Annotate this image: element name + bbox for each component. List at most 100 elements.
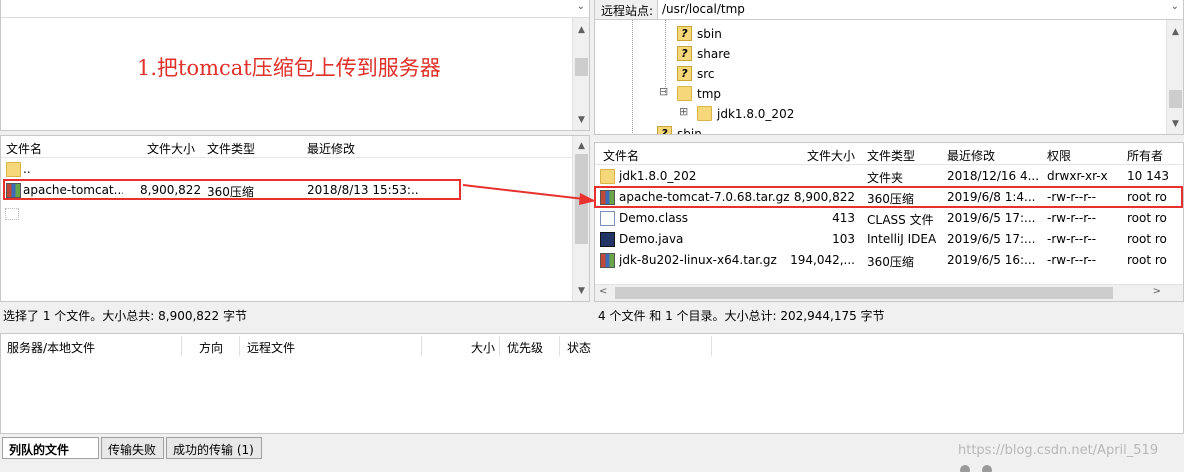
tree-node-label: jdk1.8.0_202	[717, 107, 795, 121]
scroll-down-icon[interactable]: ▼	[1167, 116, 1183, 132]
unknown-folder-icon: ?	[677, 26, 692, 41]
chevron-down-icon[interactable]: ⌄	[1171, 1, 1179, 12]
folder-icon	[697, 106, 712, 121]
remote-status-text: 4 个文件 和 1 个目录。大小总计: 202,944,175 字节	[598, 309, 885, 323]
file-name: jdk-8u202-linux-x64.tar.gz	[619, 253, 777, 267]
file-size: 103	[832, 232, 855, 246]
file-name: Demo.java	[619, 232, 684, 246]
column-header-size[interactable]: 大小	[471, 339, 495, 356]
tree-node-label: sbin	[677, 127, 702, 135]
tab-failed-transfers[interactable]: 传输失败	[101, 437, 164, 459]
remote-site-label: 远程站点:	[601, 4, 654, 18]
ftp-client-window: ⌄ 1.把tomcat压缩包上传到服务器 ▲ ▼ 远程站点: /usr/loca…	[0, 0, 1184, 472]
tree-node-label: tmp	[697, 87, 722, 101]
column-header-filetype[interactable]: 文件类型	[207, 140, 255, 157]
chevron-down-icon[interactable]: ⌄	[577, 1, 585, 12]
local-site-bar: ⌄	[1, 0, 589, 18]
column-header-permissions[interactable]: 权限	[1047, 147, 1071, 164]
remote-row[interactable]: Demo.java 103 IntelliJ IDEA 2019/6/5 17:...…	[595, 229, 1183, 250]
highlight-local-file	[3, 179, 461, 200]
blurred-row	[5, 208, 19, 220]
scroll-up-icon[interactable]: ▲	[573, 22, 589, 38]
local-file-list: 文件名 文件大小 文件类型 最近修改 ^ .. apache-tomcat...…	[0, 135, 590, 302]
remote-row[interactable]: Demo.class 413 CLASS 文件 2019/6/5 17:... -rw-…	[595, 208, 1183, 229]
file-owner: 10 143	[1127, 169, 1169, 183]
column-header-filesize[interactable]: 文件大小	[147, 140, 195, 157]
column-header-filesize[interactable]: 文件大小	[807, 147, 855, 164]
collapse-icon[interactable]: ⊟	[659, 85, 668, 98]
file-name: Demo.class	[619, 211, 689, 225]
local-status-text: 选择了 1 个文件。大小总共: 8,900,822 字节	[3, 309, 248, 323]
scroll-down-icon[interactable]: ▼	[573, 112, 589, 128]
local-list-header: 文件名 文件大小 文件类型 最近修改 ^	[1, 136, 572, 158]
remote-file-list: 文件名 文件大小 文件类型 最近修改 权限 所有者 jdk1.8.0_202 文件…	[594, 142, 1184, 302]
file-type: 文件夹	[867, 171, 904, 185]
status-light-icon	[960, 465, 970, 472]
file-size: 194,042,...	[790, 253, 855, 267]
tab-successful-transfers[interactable]: 成功的传输 (1)	[166, 437, 262, 459]
scroll-down-icon[interactable]: ▼	[573, 283, 589, 299]
sort-up-icon: ^	[59, 135, 67, 142]
remote-list-hscrollbar[interactable]: < >	[595, 284, 1183, 301]
file-permissions: -rw-r--r--	[1047, 253, 1097, 267]
file-modified: 2019/6/5 17:...	[947, 232, 1036, 246]
file-permissions: -rw-r--r--	[1047, 211, 1097, 225]
column-header-status[interactable]: 状态	[567, 339, 591, 356]
file-type: 360压缩	[867, 255, 914, 269]
tree-node-label: src	[697, 67, 715, 81]
file-modified: 2019/6/5 17:...	[947, 211, 1036, 225]
scroll-right-icon[interactable]: >	[1153, 286, 1161, 297]
column-header-remote-file[interactable]: 远程文件	[247, 339, 295, 356]
column-header-modified[interactable]: 最近修改	[307, 140, 355, 157]
file-owner: root ro	[1127, 211, 1167, 225]
transfer-queue: 服务器/本地文件 方向 远程文件 大小 优先级 状态	[0, 333, 1184, 434]
column-header-filename[interactable]: 文件名	[603, 147, 639, 164]
tree-node-label: share	[697, 47, 731, 61]
folder-icon	[600, 169, 615, 184]
watermark: https://blog.csdn.net/April_519	[958, 443, 1159, 458]
highlight-remote-file	[594, 186, 1183, 208]
column-header-filetype[interactable]: 文件类型	[867, 147, 915, 164]
file-type: IntelliJ IDEA	[867, 232, 937, 246]
file-name: jdk1.8.0_202	[619, 169, 697, 183]
file-modified: 2019/6/5 16:...	[947, 253, 1036, 267]
tab-queued-files[interactable]: 列队的文件	[2, 437, 99, 459]
remote-tree-pane: 远程站点: /usr/local/tmp ⌄ ? sbin? share? src ⊟ t…	[594, 0, 1184, 135]
scroll-up-icon[interactable]: ▲	[573, 138, 589, 154]
folder-icon	[677, 86, 692, 101]
file-permissions: drwxr-xr-x	[1047, 169, 1108, 183]
local-list-scrollbar[interactable]: ▲ ▼	[572, 136, 589, 301]
status-light-icon	[982, 465, 992, 472]
class-file-icon	[600, 211, 615, 226]
column-header-direction[interactable]: 方向	[199, 339, 223, 356]
scroll-left-icon[interactable]: <	[599, 286, 607, 297]
tree-node-label: sbin	[697, 27, 722, 41]
remote-row[interactable]: jdk-8u202-linux-x64.tar.gz 194,042,... 360…	[595, 250, 1183, 271]
unknown-folder-icon: ?	[677, 46, 692, 61]
remote-row[interactable]: jdk1.8.0_202 文件夹 2018/12/16 4... drwxr-xr-x…	[595, 166, 1183, 187]
file-owner: root ro	[1127, 232, 1167, 246]
file-owner: root ro	[1127, 253, 1167, 267]
column-header-owner[interactable]: 所有者	[1127, 147, 1163, 164]
expand-icon[interactable]: ⊞	[679, 105, 688, 118]
column-header-priority[interactable]: 优先级	[507, 339, 543, 356]
file-modified: 2018/12/16 4...	[947, 169, 1039, 183]
annotation-text: 1.把tomcat压缩包上传到服务器	[137, 56, 441, 80]
transfer-arrow	[462, 184, 596, 205]
unknown-folder-icon: ?	[657, 126, 672, 134]
scroll-up-icon[interactable]: ▲	[1167, 24, 1183, 40]
local-tree-pane: ⌄ 1.把tomcat压缩包上传到服务器 ▲ ▼	[0, 0, 590, 131]
file-size: 413	[832, 211, 855, 225]
local-row[interactable]: ..	[1, 159, 572, 180]
remote-tree-scrollbar[interactable]: ▲ ▼	[1166, 20, 1183, 134]
column-header-filename[interactable]: 文件名	[6, 140, 42, 157]
local-tree-scrollbar[interactable]: ▲ ▼	[572, 18, 589, 130]
column-header-server-local[interactable]: 服务器/本地文件	[7, 339, 95, 356]
column-header-modified[interactable]: 最近修改	[947, 147, 995, 164]
file-name: ..	[23, 162, 31, 176]
archive-icon	[600, 253, 615, 268]
remote-site-bar: 远程站点: /usr/local/tmp ⌄	[595, 0, 1183, 20]
remote-site-input[interactable]: /usr/local/tmp	[657, 0, 1183, 19]
unknown-folder-icon: ?	[677, 66, 692, 81]
java-file-icon	[600, 232, 615, 247]
